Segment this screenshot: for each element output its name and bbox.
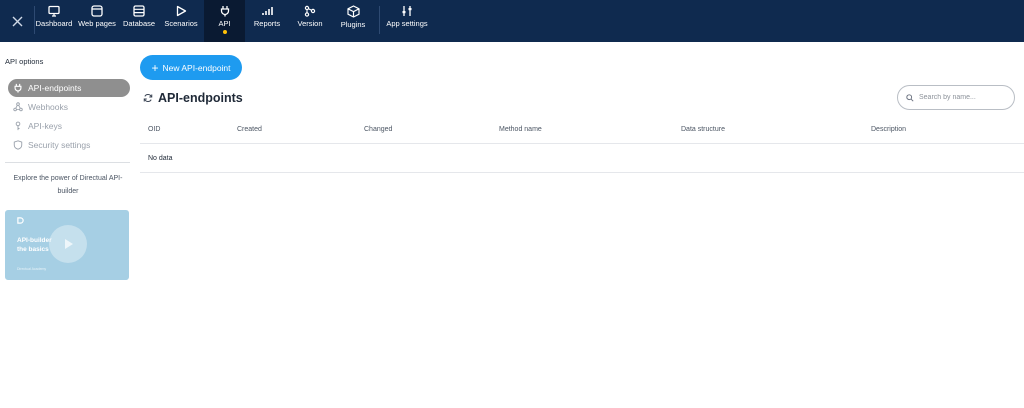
plug-icon (14, 83, 22, 93)
nav-label: Web pages (78, 19, 116, 28)
page-title-text: API-endpoints (158, 91, 243, 105)
nav-item-reports[interactable]: Reports (249, 0, 285, 42)
tutorial-video-thumbnail[interactable]: API-builder the basics Directual Academy (5, 210, 129, 280)
nav-label: App settings (386, 19, 428, 28)
search-box[interactable] (897, 85, 1015, 110)
refresh-icon[interactable] (143, 93, 153, 103)
page-title: API-endpoints (143, 90, 243, 106)
new-api-endpoint-button[interactable]: + New API-endpoint (140, 55, 242, 80)
video-footer-text: Directual Academy (17, 267, 47, 271)
explore-text: Explore the power of Directual API-build… (13, 175, 123, 195)
top-nav-bar: Dashboard Web pages Database Scenarios A… (0, 0, 1024, 42)
scenarios-icon (176, 5, 187, 17)
column-header-changed[interactable]: Changed (364, 126, 392, 133)
sidebar-item-label: Security settings (28, 140, 91, 150)
sidebar-item-api-endpoints[interactable]: API-endpoints (8, 79, 130, 97)
plus-icon: + (151, 60, 159, 75)
key-icon (15, 121, 21, 131)
search-input[interactable] (919, 94, 1007, 101)
column-header-data-structure[interactable]: Data structure (681, 126, 725, 133)
nav-item-app-settings[interactable]: App settings (384, 0, 430, 42)
nav-label: Dashboard (35, 19, 73, 28)
play-button[interactable] (49, 225, 87, 263)
active-indicator-dot (222, 30, 227, 34)
play-icon (65, 239, 73, 249)
app-settings-icon (402, 6, 412, 16)
video-title: API-builder the basics (17, 237, 52, 253)
sidebar-item-label: API-endpoints (28, 83, 82, 93)
column-header-description[interactable]: Description (871, 126, 906, 133)
nav-item-scenarios[interactable]: Scenarios (161, 0, 201, 42)
nav-item-database[interactable]: Database (121, 0, 157, 42)
nav-label: Database (122, 19, 156, 28)
column-header-method-name[interactable]: Method name (499, 126, 542, 133)
nav-separator (379, 6, 380, 34)
nav-item-version[interactable]: Version (293, 0, 327, 42)
nav-item-api[interactable]: API (204, 0, 245, 42)
sidebar-title: API options (5, 57, 44, 66)
nav-item-dashboard[interactable]: Dashboard (35, 0, 73, 42)
endpoints-table: OID Created Changed Method name Data str… (140, 116, 1024, 173)
nav-item-web-pages[interactable]: Web pages (77, 0, 117, 42)
close-button[interactable] (0, 0, 34, 42)
nav-label: Version (297, 19, 323, 28)
sidebar: API options API-endpoints Webhooks API-k… (0, 42, 136, 408)
database-icon (133, 5, 145, 17)
column-header-oid[interactable]: OID (148, 126, 160, 133)
sidebar-item-label: API-keys (28, 121, 63, 131)
dashboard-icon (48, 5, 60, 17)
table-header: OID Created Changed Method name Data str… (140, 116, 1024, 144)
nav-label: Reports (253, 19, 281, 28)
plugins-icon (346, 5, 360, 18)
column-header-created[interactable]: Created (237, 126, 262, 133)
shield-icon (13, 140, 23, 150)
nav-label: Scenarios (164, 19, 198, 28)
sidebar-item-api-keys[interactable]: API-keys (8, 117, 130, 135)
version-icon (304, 5, 316, 17)
new-api-endpoint-label: New API-endpoint (162, 62, 231, 73)
empty-row: No data (140, 144, 1024, 173)
api-plug-icon (220, 6, 229, 17)
webhooks-icon (13, 102, 23, 112)
directual-logo-icon (17, 217, 24, 224)
web-pages-icon (91, 5, 103, 17)
no-data-text: No data (148, 155, 173, 162)
nav-label: API (218, 19, 231, 28)
nav-item-plugins[interactable]: Plugins (336, 0, 370, 42)
sidebar-item-label: Webhooks (28, 102, 69, 112)
sidebar-item-security-settings[interactable]: Security settings (8, 136, 130, 154)
nav-label: Plugins (340, 20, 366, 29)
sidebar-divider (5, 162, 130, 163)
search-icon (906, 93, 914, 102)
sidebar-item-webhooks[interactable]: Webhooks (8, 98, 130, 116)
close-icon (12, 16, 22, 26)
reports-icon (262, 7, 273, 15)
